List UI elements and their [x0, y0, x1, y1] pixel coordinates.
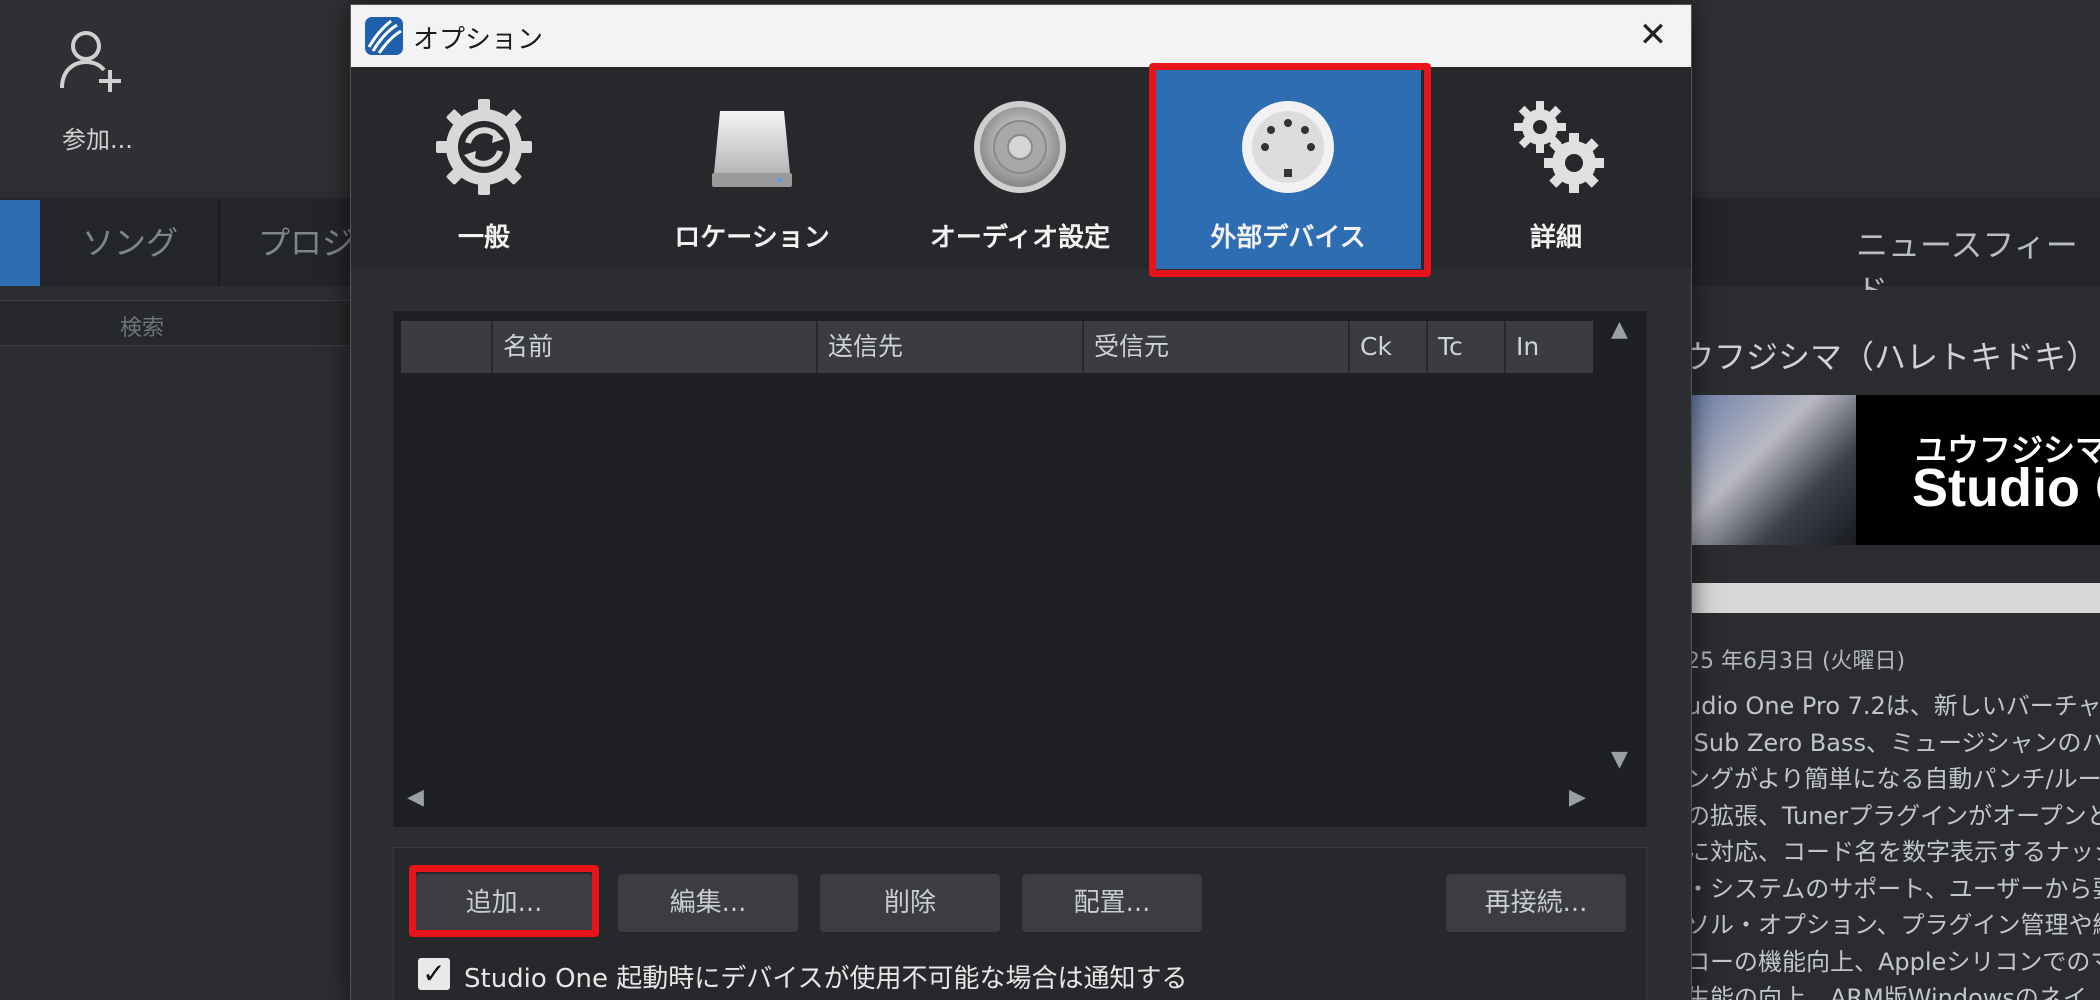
news-body-line: 生能の向上、ARM版Windowsのネイ	[1690, 984, 2087, 1000]
tab-label: ロケーション	[674, 223, 830, 253]
news-body-line: に対応、コード名を数字表示するナッシ	[1690, 838, 2100, 866]
tab-general[interactable]: 一般	[351, 67, 617, 269]
column-header-icon[interactable]	[401, 321, 491, 373]
column-header-receive-from[interactable]: 受信元	[1082, 321, 1348, 373]
column-header-ck[interactable]: Ck	[1348, 321, 1426, 373]
news-headline[interactable]: ウフジシマ（ハレトキドキ）が使	[1690, 332, 2100, 378]
tab-audio-setup[interactable]: オーディオ設定	[887, 67, 1153, 269]
notify-checkbox[interactable]: ✓	[418, 958, 450, 990]
tab-song[interactable]: ソング	[42, 200, 221, 286]
studio-one-app-icon	[365, 17, 403, 55]
search-bar[interactable]	[0, 300, 352, 346]
edit-device-button[interactable]: 編集...	[618, 874, 798, 932]
reconnect-button[interactable]: 再接続...	[1446, 874, 1626, 932]
scroll-down-arrow-icon[interactable]: ▼	[1611, 747, 1628, 772]
scroll-right-arrow-icon[interactable]: ▶	[1569, 785, 1586, 810]
remove-device-button[interactable]: 削除	[820, 874, 1000, 932]
highlight-external-devices	[1149, 63, 1431, 277]
background-tab-start[interactable]	[0, 200, 40, 286]
close-button[interactable]: ✕	[1631, 13, 1675, 57]
tab-label: 一般	[457, 223, 510, 253]
notify-checkbox-label: Studio One 起動時にデバイスが使用不可能な場合は通知する	[464, 964, 1188, 994]
hard-drive-icon	[702, 97, 802, 197]
news-date: 25 年6月3日 (火曜日)	[1690, 649, 1906, 674]
dialog-title: オプション	[413, 25, 544, 55]
table-header: 名前 送信先 受信元 Ck Tc In	[401, 321, 1593, 373]
news-banner-photo	[1690, 395, 1856, 545]
news-body: udio One Pro 7.2は、新しいバーチャル ·Sub Zero Bas…	[1690, 688, 2100, 1000]
news-feed-panel: ウフジシマ（ハレトキドキ）が使 ユウフジシマ(ハ Studio C 25 年6月…	[1690, 290, 2100, 1000]
add-user-button[interactable]: 参加...	[40, 20, 160, 160]
dialog-titlebar[interactable]: オプション ✕	[351, 5, 1691, 67]
tab-label: 詳細	[1529, 223, 1582, 253]
column-header-name[interactable]: 名前	[491, 321, 816, 373]
news-body-line: ングがより簡単になる自動パンチ/ループ	[1690, 765, 2100, 793]
checkmark-icon: ✓	[422, 957, 446, 990]
news-banner-image[interactable]: ユウフジシマ(ハ Studio C	[1690, 395, 2100, 545]
speaker-icon	[970, 97, 1070, 197]
column-header-in[interactable]: In	[1504, 321, 1582, 373]
search-label: 検索	[120, 316, 165, 341]
news-body-line: ・システムのサポート、ユーザーから要望が	[1690, 874, 2100, 903]
news-body-line: udio One Pro 7.2は、新しいバーチャル	[1690, 692, 2100, 720]
scroll-up-arrow-icon[interactable]: ▲	[1611, 317, 1628, 342]
news-body-line: の拡張、Tunerプラグインがオープンとカ	[1690, 801, 2100, 830]
options-tab-strip: 一般 ロケーション オーディオ設定 外部デバイス 詳細	[351, 67, 1691, 269]
gears-icon	[1506, 97, 1606, 197]
column-header-send-to[interactable]: 送信先	[816, 321, 1082, 373]
add-user-icon	[60, 31, 121, 92]
news-body-line: ·Sub Zero Bass、ミュージシャンのハン	[1690, 728, 2100, 757]
column-header-tc[interactable]: Tc	[1426, 321, 1504, 373]
news-body-line: ローの機能向上、Appleシリコンでのマ	[1690, 947, 2100, 976]
scroll-left-arrow-icon[interactable]: ◀	[407, 785, 424, 810]
sync-gear-icon	[434, 97, 534, 197]
options-dialog: オプション ✕ 一般 ロケーション オーディオ設定 外部デバイス 詳細 名前 送…	[350, 4, 1692, 1000]
device-table[interactable]: 名前 送信先 受信元 Ck Tc In ▲ ▼ ◀ ▶	[393, 311, 1647, 827]
news-divider-bar	[1690, 583, 2100, 613]
tab-label: オーディオ設定	[929, 223, 1111, 253]
tab-locations[interactable]: ロケーション	[619, 67, 885, 269]
highlight-add-button	[409, 865, 599, 937]
news-body-line: ソル・オプション、プラグイン管理や編集/	[1690, 911, 2100, 939]
tab-advanced[interactable]: 詳細	[1423, 67, 1689, 269]
add-user-label: 参加...	[62, 126, 133, 154]
news-banner-title: Studio C	[1912, 458, 2100, 518]
arrange-device-button[interactable]: 配置...	[1022, 874, 1202, 932]
close-icon: ✕	[1638, 15, 1668, 55]
